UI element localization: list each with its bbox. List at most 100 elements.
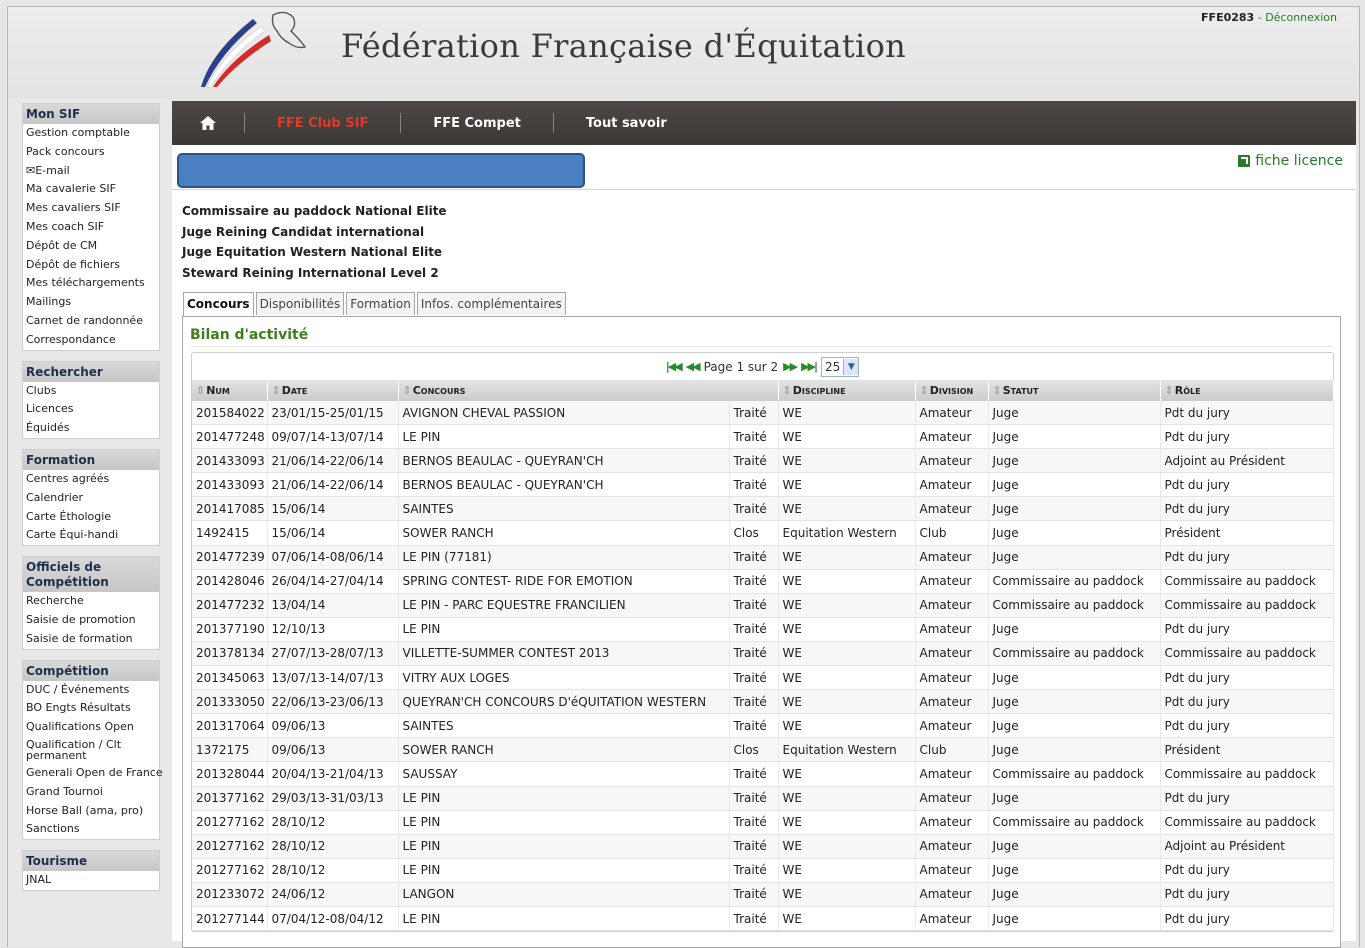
cell-statut: Juge <box>988 520 1161 546</box>
sidebar-item-centres-agrees[interactable]: Centres agréés <box>23 470 159 489</box>
last-page-icon[interactable]: ▶▶| <box>801 360 818 373</box>
table-row[interactable]: 201345063 13/07/13-14/07/13 VITRY AUX LOGE… <box>192 665 1334 691</box>
col-header-date[interactable]: ⇕Date <box>267 380 399 401</box>
page-size-select[interactable]: 25 ▼ <box>821 356 860 377</box>
tab-concours[interactable]: Concours <box>183 292 254 317</box>
sidebar-item-horse-ball[interactable]: Horse Ball (ama, pro) <box>23 802 159 821</box>
next-page-icon[interactable]: ▶▶ <box>783 360 798 373</box>
table-row[interactable]: 201584022 23/01/15-25/01/15 AVIGNON CHEVAL… <box>192 401 1334 426</box>
nav-item-ffe-club-sif[interactable]: FFE Club SIF <box>245 116 400 131</box>
table-row[interactable]: 201378134 27/07/13-28/07/13 VILLETTE-SUMME… <box>192 641 1334 667</box>
sidebar-item-sanctions[interactable]: Sanctions <box>23 820 159 839</box>
cell-division: Amateur <box>915 810 989 835</box>
user-bar: FFE0283 - Déconnexion <box>1201 11 1337 24</box>
logout-link[interactable]: Déconnexion <box>1265 11 1337 24</box>
sidebar-item-mailings[interactable]: Mailings <box>23 293 159 312</box>
sidebar-item-clubs[interactable]: Clubs <box>23 382 159 401</box>
table-row[interactable]: 201433093 21/06/14-22/06/14 BERNOS BEAULAC… <box>192 448 1334 474</box>
cell-discipline: Equitation Western <box>778 520 916 546</box>
tab-infos-complementaires[interactable]: Infos. complémentaires <box>416 292 566 315</box>
table-row[interactable]: 201477239 07/06/14-08/06/14 LE PIN (77181)… <box>192 545 1334 570</box>
cell-discipline: WE <box>778 593 916 618</box>
sidebar-item-mes-cavaliers[interactable]: Mes cavaliers SIF <box>23 199 159 218</box>
sidebar-item-grand-tournoi[interactable]: Grand Tournoi <box>23 783 159 802</box>
tab-disponibilites[interactable]: Disponibilités <box>255 292 345 315</box>
cell-etat: Traité <box>729 401 779 426</box>
cell-date: 28/10/12 <box>267 810 399 835</box>
table-row[interactable]: 201428046 26/04/14-27/04/14 SPRING CONTEST… <box>192 569 1334 594</box>
table-row[interactable]: 201377190 12/10/13 LE PIN Traité WE Amateur Ju… <box>192 617 1334 642</box>
cell-statut: Commissaire au paddock <box>988 761 1161 787</box>
col-header-num[interactable]: ⇕Num <box>192 380 268 401</box>
first-page-icon[interactable]: |◀◀ <box>666 360 683 373</box>
col-header-statut[interactable]: ⇕Statut <box>988 380 1161 401</box>
sidebar-item-ma-cavalerie[interactable]: Ma cavalerie SIF <box>23 180 159 199</box>
nav-item-tout-savoir[interactable]: Tout savoir <box>554 116 699 131</box>
table-row[interactable]: 1372175 09/06/13 SOWER RANCH Clos Equitation… <box>192 737 1334 763</box>
sidebar-item-recherche[interactable]: Recherche <box>23 592 159 611</box>
sidebar-item-depot-fichiers[interactable]: Dépôt de fichiers <box>23 256 159 275</box>
sidebar-item-jnal[interactable]: JNAL <box>23 871 159 890</box>
table-row[interactable]: 201277144 07/04/12-08/04/12 LE PIN Traité WE… <box>192 906 1334 932</box>
sidebar-item-saisie-promotion[interactable]: Saisie de promotion <box>23 611 159 630</box>
cell-statut: Juge <box>988 906 1161 932</box>
col-header-role[interactable]: ⇕Rôle <box>1160 380 1334 401</box>
divider <box>190 346 1332 347</box>
sidebar-item-pack-concours[interactable]: Pack concours <box>23 143 159 162</box>
tab-formation[interactable]: Formation <box>346 292 415 315</box>
sidebar-item-telechargements[interactable]: Mes téléchargements <box>23 274 159 293</box>
cell-statut: Juge <box>988 665 1161 691</box>
cell-division: Amateur <box>915 689 989 715</box>
cell-etat: Clos <box>729 520 779 546</box>
table-row[interactable]: 201477232 13/04/14 LE PIN - PARC EQUESTRE … <box>192 593 1334 618</box>
sidebar-item-saisie-formation[interactable]: Saisie de formation <box>23 630 159 649</box>
sidebar-item-email[interactable]: ✉E-mail <box>23 162 159 181</box>
sidebar-item-bo-engts[interactable]: BO Engts Résultats <box>23 699 159 718</box>
cell-division: Amateur <box>915 401 989 426</box>
col-header-discipline[interactable]: ⇕Discipline <box>778 380 916 401</box>
prev-page-icon[interactable]: ◀◀ <box>686 360 701 373</box>
table-row[interactable]: 201277162 28/10/12 LE PIN Traité WE Amateur Ju… <box>192 858 1334 883</box>
nav-home-button[interactable] <box>172 101 244 145</box>
table-row[interactable]: 201328044 20/04/13-21/04/13 SAUSSAY Traité W… <box>192 761 1334 787</box>
sidebar-item-depot-cm[interactable]: Dépôt de CM <box>23 237 159 256</box>
cell-role: Pdt du jury <box>1160 906 1334 932</box>
sidebar-item-qualification-clt[interactable]: Qualification / Clt permanent <box>23 737 159 764</box>
table-row[interactable]: 201317064 09/06/13 SAINTES Traité WE Amateur J… <box>192 713 1334 739</box>
sidebar-item-equides[interactable]: Équidés <box>23 419 159 438</box>
sidebar-item-generali-open[interactable]: Generali Open de France <box>23 764 163 783</box>
sidebar-item-correspondance[interactable]: Correspondance <box>23 331 159 350</box>
nav-item-ffe-compet[interactable]: FFE Compet <box>401 116 553 131</box>
sidebar-item-qualifications-open[interactable]: Qualifications Open <box>23 718 159 737</box>
col-header-concours[interactable]: ⇕Concours <box>398 380 779 401</box>
table-row[interactable]: 201417085 15/06/14 SAINTES Traité WE Amateur J… <box>192 496 1334 522</box>
table-row[interactable]: 201433093 21/06/14-22/06/14 BERNOS BEAULAC… <box>192 472 1334 498</box>
cell-concours: BERNOS BEAULAC - QUEYRAN'CH <box>398 448 730 474</box>
fiche-licence-link[interactable]: fiche licence <box>1238 153 1343 169</box>
table-row[interactable]: 201333050 22/06/13-23/06/13 QUEYRAN'CH CON… <box>192 689 1334 715</box>
sidebar-section-rechercher: Rechercher Clubs Licences Équidés <box>22 360 160 439</box>
table-row[interactable]: 201233072 24/06/12 LANGON Traité WE Amateur Ju… <box>192 882 1334 907</box>
sidebar-section-title: Formation <box>23 449 159 470</box>
sidebar-item-gestion-comptable[interactable]: Gestion comptable <box>23 124 159 143</box>
page-indicator: Page 1 sur 2 <box>703 359 779 374</box>
col-header-division[interactable]: ⇕Division <box>915 380 989 401</box>
table-row[interactable]: 201277162 28/10/12 LE PIN Traité WE Amateur Co… <box>192 810 1334 835</box>
cell-concours: LE PIN <box>398 834 730 859</box>
cell-discipline: WE <box>778 689 916 715</box>
sidebar-item-duc-evenements[interactable]: DUC / Événements <box>23 681 159 700</box>
sidebar-item-carte-ethologie[interactable]: Carte Éthologie <box>23 508 159 527</box>
sidebar-item-carnet-randonnee[interactable]: Carnet de randonnée <box>23 312 159 331</box>
cell-date: 23/01/15-25/01/15 <box>267 401 399 426</box>
sidebar-item-carte-equi-handi[interactable]: Carte Équi-handi <box>23 526 159 545</box>
cell-division: Club <box>915 737 989 763</box>
table-row[interactable]: 201377162 29/03/13-31/03/13 LE PIN Traité WE… <box>192 786 1334 811</box>
table-row[interactable]: 1492415 15/06/14 SOWER RANCH Clos Equitation… <box>192 520 1334 546</box>
cell-concours: LE PIN (77181) <box>398 545 730 570</box>
cell-etat: Traité <box>729 834 779 859</box>
sidebar-item-licences[interactable]: Licences <box>23 400 159 419</box>
table-row[interactable]: 201477248 09/07/14-13/07/14 LE PIN Traité WE… <box>192 424 1334 450</box>
sidebar-item-mes-coach[interactable]: Mes coach SIF <box>23 218 159 237</box>
sidebar-item-calendrier[interactable]: Calendrier <box>23 489 159 508</box>
table-row[interactable]: 201277162 28/10/12 LE PIN Traité WE Amateur Ju… <box>192 834 1334 859</box>
